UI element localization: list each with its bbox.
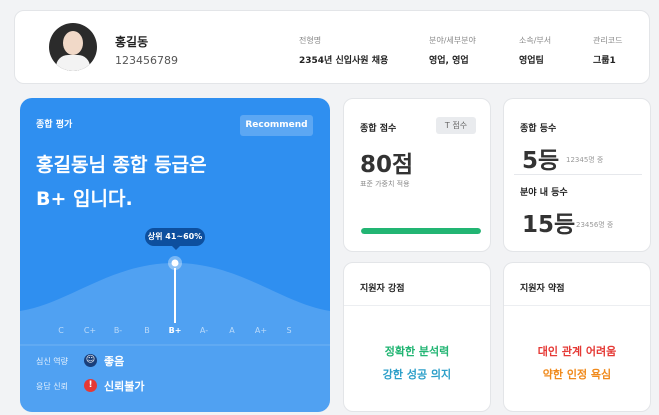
weaknesses-card: 지원자 약점 대인 관계 어려움 약한 인정 욕심 — [503, 262, 651, 412]
response-value: 신뢰불가 — [104, 380, 145, 393]
meta-value-field: 영업, 영업 — [429, 56, 469, 66]
grade-tick: A — [229, 326, 235, 335]
meta-value-code: 그룹1 — [593, 56, 616, 66]
candidate-id: 123456789 — [115, 54, 178, 67]
score-progress-bar — [361, 228, 481, 234]
overall-evaluation-card: 종합 평가 Recommend 홍길동님 종합 등급은 B+ 입니다. 상위 4… — [20, 98, 330, 412]
profile-header: 홍길동 123456789 전형명 2354년 신입사원 채용 분야/세부분야 … — [14, 10, 650, 84]
meta-label-field: 분야/세부분야 — [429, 36, 476, 45]
response-label: 응답 신뢰 — [36, 382, 68, 391]
recommend-button[interactable]: Recommend — [240, 115, 313, 136]
total-score-card: 종합 점수 T 점수 80점 표준 가중치 적용 — [343, 98, 491, 252]
meta-label-exam: 전형명 — [299, 36, 322, 45]
weight-note: 표준 가중치 적용 — [360, 180, 410, 188]
candidate-name: 홍길동 — [115, 35, 149, 49]
total-score-value: 80점 — [360, 152, 414, 178]
grade-tick: B- — [113, 326, 123, 335]
rank-divider — [514, 174, 642, 175]
strengths-title: 지원자 강점 — [360, 284, 405, 294]
grade-tick: C+ — [83, 326, 97, 335]
rank-card: 종합 등수 5등 12345명 중 분야 내 등수 15등 23456명 중 — [503, 98, 651, 252]
meta-value-exam: 2354년 신입사원 채용 — [299, 56, 389, 66]
total-rank-count: 12345명 중 — [566, 156, 604, 164]
total-rank-title: 종합 등수 — [520, 124, 557, 134]
grade-tick: A+ — [254, 326, 268, 335]
alert-icon: ! — [84, 379, 97, 392]
weakness-item: 대인 관계 어려움 — [537, 345, 617, 358]
mental-label: 심신 역량 — [36, 357, 68, 366]
grade-headline: 홍길동님 종합 등급은 B+ 입니다. — [36, 154, 207, 210]
grade-tick-active: B+ — [168, 326, 182, 335]
grade-tick: C — [58, 326, 64, 335]
strength-item: 정확한 분석력 — [384, 345, 450, 358]
mental-value: 좋음 — [104, 355, 125, 368]
meta-label-dept: 소속/부서 — [519, 36, 552, 45]
smile-icon: ☺ — [84, 354, 97, 367]
total-rank-value: 5등 — [522, 148, 560, 174]
overall-evaluation-label: 종합 평가 — [36, 120, 73, 130]
strengths-card: 지원자 강점 정확한 분석력 강한 성공 의지 — [343, 262, 491, 412]
grade-tick: B — [144, 326, 150, 335]
percentile-badge: 상위 41~60% — [145, 228, 205, 246]
score-progress-fill — [361, 228, 481, 234]
t-score-button[interactable]: T 점수 — [436, 117, 476, 134]
weakness-item: 약한 인정 욕심 — [542, 368, 612, 381]
field-rank-count: 23456명 중 — [576, 221, 614, 229]
field-rank-value: 15등 — [522, 212, 576, 238]
weaknesses-title: 지원자 약점 — [520, 284, 565, 294]
total-score-title: 종합 점수 — [360, 124, 397, 134]
strength-item: 강한 성공 의지 — [382, 368, 452, 381]
field-rank-title: 분야 내 등수 — [520, 188, 568, 198]
grade-tick: A- — [199, 326, 209, 335]
avatar — [49, 23, 97, 71]
grade-tick: S — [286, 326, 292, 335]
meta-value-dept: 영업팀 — [519, 56, 544, 66]
meta-label-code: 관리코드 — [593, 36, 623, 45]
